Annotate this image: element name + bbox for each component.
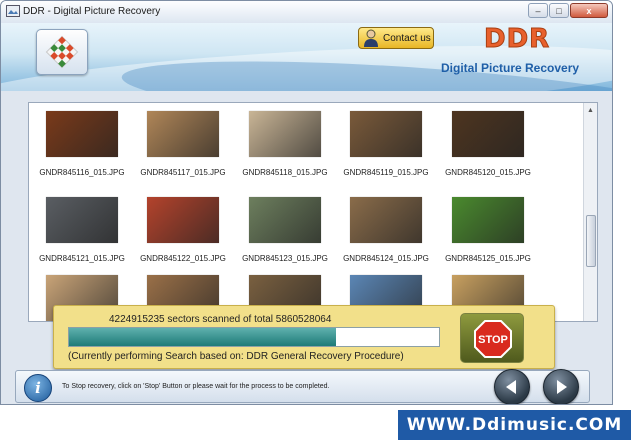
thumbnail-image[interactable] xyxy=(46,197,118,243)
website-banner: WWW.Ddimusic.COM xyxy=(398,410,631,440)
next-arrow-icon xyxy=(557,380,567,394)
thumbnail-filename: GNDR845121_015.JPG xyxy=(39,254,125,263)
thumbnail-image[interactable] xyxy=(452,197,524,243)
progress-bar xyxy=(68,327,440,347)
maximize-button[interactable]: □ xyxy=(549,3,569,18)
sectors-scanned-text: 4224915235 sectors scanned of total 5860… xyxy=(109,314,332,325)
stop-sign-icon: STOP xyxy=(474,320,512,358)
status-footer: i To Stop recovery, click on 'Stop' Butt… xyxy=(15,369,590,404)
thumbnail-image[interactable] xyxy=(46,111,118,157)
thumbnail-image[interactable] xyxy=(452,111,524,157)
footer-hint-text: To Stop recovery, click on 'Stop' Button… xyxy=(62,383,330,390)
thumbnail-image[interactable] xyxy=(249,197,321,243)
info-button[interactable]: i xyxy=(24,374,52,402)
thumbnail-filename: GNDR845118_015.JPG xyxy=(242,168,328,177)
window-title: DDR - Digital Picture Recovery xyxy=(23,6,161,17)
thumbnail-image[interactable] xyxy=(350,197,422,243)
back-arrow-icon xyxy=(506,380,516,394)
search-mode-text: (Currently performing Search based on: D… xyxy=(68,351,404,362)
brand-logo-text: DDR xyxy=(483,24,551,55)
progress-bar-fill xyxy=(69,328,336,346)
product-subtitle: Digital Picture Recovery xyxy=(441,61,580,75)
app-icon xyxy=(6,5,20,17)
thumbnail-image[interactable] xyxy=(350,111,422,157)
person-icon xyxy=(364,29,378,47)
thumbnail-image[interactable] xyxy=(249,111,321,157)
stop-button[interactable]: STOP xyxy=(460,313,524,363)
app-window: DDR - Digital Picture Recovery – □ x Con… xyxy=(0,0,613,405)
thumbnail-filename: GNDR845116_015.JPG xyxy=(39,168,125,177)
stop-label: STOP xyxy=(478,334,508,346)
recovered-images-panel: GNDR845116_015.JPG GNDR845117_015.JPG GNDR… xyxy=(28,102,598,322)
thumbnail-image[interactable] xyxy=(147,111,219,157)
thumbnail-filename: GNDR845120_015.JPG xyxy=(445,168,531,177)
app-header: Contact us DDR Digital Picture Recovery xyxy=(1,23,612,91)
contact-us-button[interactable]: Contact us xyxy=(358,27,434,49)
scrollbar-thumb[interactable] xyxy=(586,215,596,267)
next-button[interactable] xyxy=(543,369,579,404)
title-bar: DDR - Digital Picture Recovery – □ x xyxy=(1,1,612,24)
thumbnail-filename: GNDR845125_015.JPG xyxy=(445,254,531,263)
close-button[interactable]: x xyxy=(570,3,608,18)
vertical-scrollbar[interactable]: ▲ xyxy=(583,103,597,321)
back-button[interactable] xyxy=(494,369,530,404)
thumbnail-filename: GNDR845122_015.JPG xyxy=(140,254,226,263)
checker-logo-icon xyxy=(45,35,79,69)
thumbnail-filename: GNDR845123_015.JPG xyxy=(242,254,328,263)
thumbnail-filename: GNDR845119_015.JPG xyxy=(343,168,429,177)
thumbnail-filename: GNDR845124_015.JPG xyxy=(343,254,429,263)
app-logo xyxy=(36,29,88,75)
minimize-button[interactable]: – xyxy=(528,3,548,18)
progress-panel: 4224915235 sectors scanned of total 5860… xyxy=(53,305,555,369)
thumbnail-filename: GNDR845117_015.JPG xyxy=(140,168,226,177)
scroll-up-icon[interactable]: ▲ xyxy=(585,105,596,116)
contact-us-label: Contact us xyxy=(383,32,431,44)
thumbnail-image[interactable] xyxy=(147,197,219,243)
